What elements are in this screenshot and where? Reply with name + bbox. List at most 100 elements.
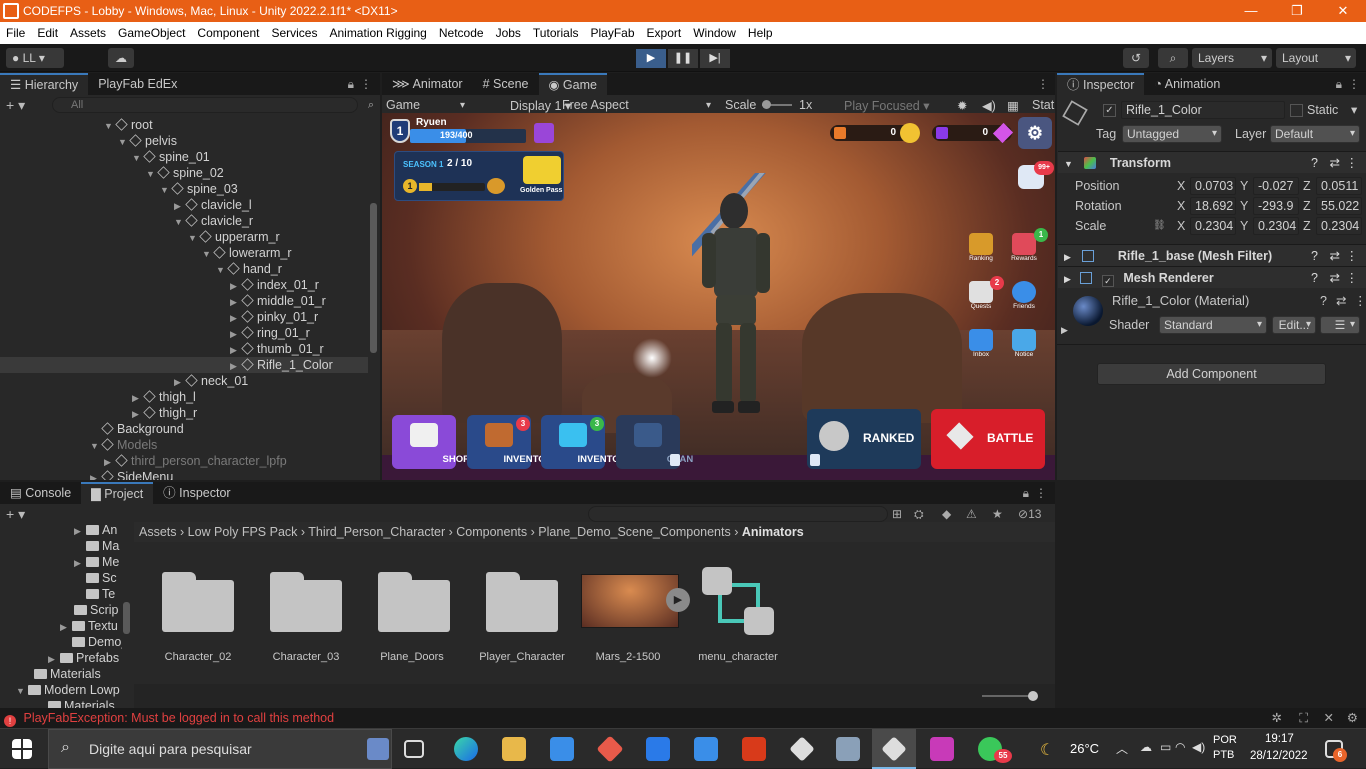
menu-file[interactable]: File [0,26,31,40]
help-icon[interactable]: ? [1311,245,1318,267]
menu-assets[interactable]: Assets [64,26,112,40]
mesh-renderer-header[interactable]: ▶ ✓ Mesh Renderer ? ⇄ ⋮ [1058,266,1366,288]
office-icon[interactable] [742,737,766,761]
more-icon[interactable]: ⋮ [1346,267,1359,289]
breadcrumb-current[interactable]: Animators [742,525,804,539]
shader-dropdown[interactable]: Standard [1159,316,1267,334]
hierarchy-search[interactable]: All [52,97,358,113]
history-icon[interactable]: ↺ [1123,48,1149,68]
git-icon[interactable] [596,735,624,763]
more-icon[interactable]: ⋮ [1348,77,1360,91]
shop-button[interactable]: SHOP [392,415,469,469]
position-z-field[interactable]: 0.0511 [1316,177,1362,195]
menu-animation-rigging[interactable]: Animation Rigging [323,26,432,40]
lock-icon[interactable]: 🔒︎ [348,77,354,92]
tree-item[interactable]: ▼ spine_02 [146,165,224,181]
static-dropdown-icon[interactable]: ▾ [1351,101,1357,119]
help-icon[interactable]: ? [1311,267,1318,289]
taskbar-search[interactable]: ⌕ Digite aqui para pesquisar [48,729,392,769]
more-icon[interactable]: ⋮ [1346,245,1359,267]
tray-chevron-icon[interactable]: ︿ [1116,740,1128,757]
tab-playfab-edex[interactable]: PlayFab EdEx [88,73,187,95]
folder-icon[interactable] [162,572,234,632]
position-x-field[interactable]: 0.0703 [1190,177,1236,195]
ranked-button[interactable]: RANKED [807,409,921,469]
menu-window[interactable]: Window [687,26,742,40]
animator-controller-icon[interactable] [700,565,776,637]
progress-icon[interactable]: ⛶ [1299,708,1308,728]
breadcrumb-item[interactable]: Third_Person_Character [308,525,445,539]
shader-options-button[interactable]: ☰ [1320,316,1360,334]
add-gems-icon[interactable] [936,127,948,139]
file-explorer-icon[interactable] [502,737,526,761]
add-icon[interactable]: + ▾ [6,97,25,114]
project-tree-scrollbar[interactable] [123,602,130,634]
more-icon[interactable]: ⋮ [1346,152,1359,174]
tree-item[interactable]: ▶ Me [74,554,119,570]
gizmo-grid-icon[interactable]: ▦ [1007,98,1019,113]
tab-project[interactable]: ▇ Project [81,482,154,504]
moon-icon[interactable]: ☾ [1040,740,1054,760]
play-button[interactable]: ▶ [636,49,666,68]
folder-icon[interactable] [378,572,450,632]
asset-label[interactable]: Character_03 [252,651,360,663]
tree-item[interactable]: ▶ Textu [60,618,118,634]
help-icon[interactable]: ? [1320,292,1327,310]
preset-icon[interactable]: ⇄ [1330,152,1340,174]
breadcrumb-item[interactable]: Components [456,525,527,539]
material-foldout-arrow[interactable]: ▶ [1061,321,1068,339]
wifi-icon[interactable]: ◠ [1175,740,1185,754]
mute-icon[interactable]: ◀) [982,98,996,113]
search-by-type-icon[interactable]: ⊞ [892,507,902,521]
stats-button[interactable]: Stat [1032,98,1054,112]
ranking-button[interactable]: Ranking [961,233,1001,273]
more-icon[interactable]: ⋮ [1354,292,1366,310]
tree-item[interactable]: ▶ thumb_01_r [230,341,324,357]
texture-thumbnail[interactable] [581,574,679,628]
tree-item[interactable]: ▼ pelvis [118,133,177,149]
unity-hub-icon[interactable] [789,736,815,762]
gems-counter[interactable]: 0 [932,122,1014,144]
link-icon[interactable]: ⛓ [1153,217,1166,235]
tree-item[interactable]: ▼ clavicle_r [174,213,253,229]
status-error[interactable]: PlayFabException: Must be logged in to c… [23,711,334,725]
tree-item[interactable]: ▼ Modern Lowp [16,682,120,698]
scale-x-field[interactable]: 0.2304 [1190,217,1236,235]
lock-icon[interactable]: 🔒︎ [1336,77,1342,92]
active-checkbox[interactable]: ✓ [1103,104,1116,117]
breadcrumb-item[interactable]: Low Poly FPS Pack [188,525,298,539]
menu-services[interactable]: Services [265,26,323,40]
add-component-button[interactable]: Add Component [1097,363,1326,385]
photos-icon[interactable] [836,737,860,761]
asset-label[interactable]: menu_character [684,651,792,663]
mesh-filter-header[interactable]: ▶ Rifle_1_base (Mesh Filter) ? ⇄ ⋮ [1058,244,1366,266]
tab-game[interactable]: ◉ Game [538,73,607,95]
tag-dropdown[interactable]: Untagged [1122,125,1222,143]
shader-edit-button[interactable]: Edit... [1272,316,1316,334]
hidden-packages-icon[interactable]: ⊘13 [1018,507,1041,521]
position-y-field[interactable]: -0.027 [1253,177,1299,195]
tree-item[interactable]: ▶ index_01_r [230,277,319,293]
tab-console[interactable]: ▤ Console [0,482,81,504]
menu-netcode[interactable]: Netcode [433,26,490,40]
tree-item[interactable]: ▼ hand_r [216,261,282,277]
tab-inspector[interactable]: ⓘ Inspector [1057,73,1145,95]
asset-label[interactable]: Character_02 [144,651,252,663]
create-icon[interactable]: + ▾ [6,506,25,523]
play-focused-dropdown[interactable]: Play Focused ▾ [844,98,929,113]
preset-icon[interactable]: ⇄ [1330,267,1340,289]
search-icon[interactable]: ⌕ [1158,48,1188,68]
cloud-sync-icon[interactable]: ☁ [1140,740,1152,754]
rotation-z-field[interactable]: 55.022 [1316,197,1362,215]
menu-export[interactable]: Export [641,26,688,40]
tree-item[interactable]: ▶ pinky_01_r [230,309,318,325]
game-mode-dropdown[interactable]: Game [386,98,420,112]
scale-y-field[interactable]: 0.2304 [1253,217,1299,235]
breadcrumb-item[interactable]: Plane_Demo_Scene_Components [538,525,731,539]
play-preview-icon[interactable]: ▶ [666,588,690,612]
hierarchy-scrollbar[interactable] [370,203,377,353]
breadcrumb-item[interactable]: Assets [139,525,177,539]
asset-label[interactable]: Mars_2-1500 [574,651,682,663]
more-icon[interactable]: ⋮ [360,77,372,91]
transform-header[interactable]: ▼ Transform ? ⇄ ⋮ [1058,151,1366,173]
